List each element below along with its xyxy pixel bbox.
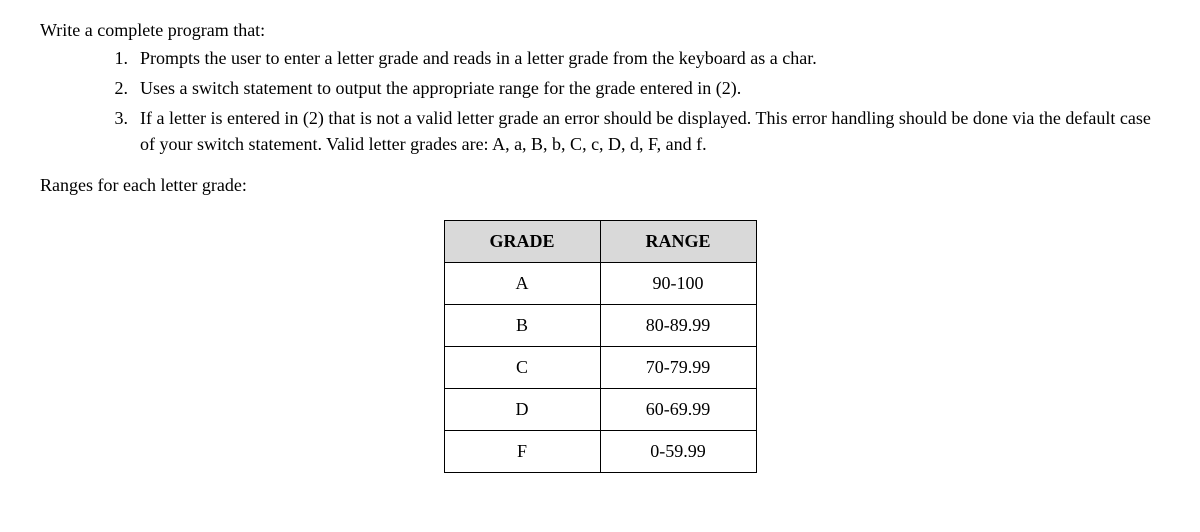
- cell-range: 90-100: [600, 263, 756, 305]
- table-row: B 80-89.99: [444, 305, 756, 347]
- list-text: Prompts the user to enter a letter grade…: [140, 45, 1160, 71]
- cell-grade: D: [444, 389, 600, 431]
- list-text: Uses a switch statement to output the ap…: [140, 75, 1160, 101]
- list-text: If a letter is entered in (2) that is no…: [140, 105, 1160, 157]
- table-row: D 60-69.99: [444, 389, 756, 431]
- cell-range: 60-69.99: [600, 389, 756, 431]
- grade-range-table: GRADE RANGE A 90-100 B 80-89.99 C 70-79.…: [444, 220, 757, 473]
- cell-grade: F: [444, 431, 600, 473]
- cell-grade: A: [444, 263, 600, 305]
- ranges-label: Ranges for each letter grade:: [40, 175, 1160, 196]
- intro-text: Write a complete program that:: [40, 20, 1160, 41]
- numbered-list: 1. Prompts the user to enter a letter gr…: [40, 45, 1160, 157]
- table-row: F 0-59.99: [444, 431, 756, 473]
- list-item: 2. Uses a switch statement to output the…: [100, 75, 1160, 101]
- header-range: RANGE: [600, 221, 756, 263]
- table-row: C 70-79.99: [444, 347, 756, 389]
- cell-grade: B: [444, 305, 600, 347]
- table-container: GRADE RANGE A 90-100 B 80-89.99 C 70-79.…: [40, 220, 1160, 473]
- cell-range: 0-59.99: [600, 431, 756, 473]
- table-row: A 90-100: [444, 263, 756, 305]
- list-number: 3.: [100, 105, 128, 157]
- cell-range: 80-89.99: [600, 305, 756, 347]
- list-number: 2.: [100, 75, 128, 101]
- list-number: 1.: [100, 45, 128, 71]
- cell-range: 70-79.99: [600, 347, 756, 389]
- cell-grade: C: [444, 347, 600, 389]
- list-item: 3. If a letter is entered in (2) that is…: [100, 105, 1160, 157]
- table-header-row: GRADE RANGE: [444, 221, 756, 263]
- header-grade: GRADE: [444, 221, 600, 263]
- list-item: 1. Prompts the user to enter a letter gr…: [100, 45, 1160, 71]
